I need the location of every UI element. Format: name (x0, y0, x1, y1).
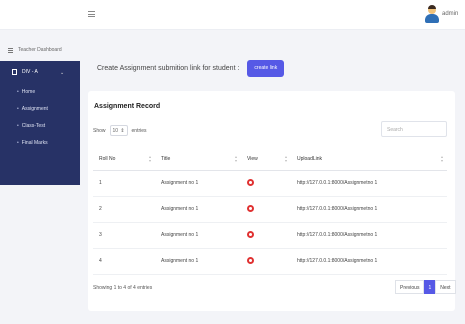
cell-view (241, 248, 291, 275)
cell-roll-no: 3 (93, 222, 155, 249)
pagination: Previous 1 Next (395, 280, 456, 294)
dashboard-icon (8, 47, 13, 53)
chevron-down-icon: ⌄ (60, 70, 65, 76)
sidebar-item-final-marks[interactable]: Final Marks (17, 140, 48, 146)
cell-title: Assignment no 1 (155, 248, 241, 275)
column-header-title[interactable]: Title ▴ ▾ (155, 149, 241, 171)
sort-icon: ▴ ▾ (440, 154, 443, 163)
sidebar-division-label: DIV - A (22, 69, 38, 75)
cell-upload-link[interactable]: http://127.0.0.1:8000/Assignmetno 1 (291, 170, 447, 197)
sidebar-division-toggle[interactable]: DIV - A ⌄ (12, 69, 64, 76)
showing-entries-text: Showing 1 to 4 of 4 entries (93, 285, 153, 291)
card-title: Assignment Record (94, 103, 161, 110)
cell-title: Assignment no 1 (155, 222, 241, 249)
sort-icon: ▴ ▾ (284, 154, 287, 163)
create-link-button[interactable]: create link (247, 60, 285, 77)
cell-roll-no: 2 (93, 196, 155, 223)
table-row: 2 Assignment no 1 http://127.0.0.1:8000/… (93, 196, 447, 223)
entries-select[interactable]: 10 ⇕ (109, 125, 128, 136)
division-icon (12, 69, 17, 75)
create-link-label: Create Assignment submition link for stu… (97, 65, 240, 72)
pagination-page-button[interactable]: 1 (424, 280, 436, 294)
cell-upload-link[interactable]: http://127.0.0.1:8000/Assignmetno 1 (291, 222, 447, 249)
top-bar: admin (0, 0, 465, 30)
menu-icon[interactable] (88, 11, 95, 17)
sidebar-item-class-test[interactable]: Class-Test (17, 123, 45, 129)
pagination-previous-button[interactable]: Previous (395, 280, 425, 294)
view-icon[interactable] (247, 204, 254, 212)
table-row: 4 Assignment no 1 http://127.0.0.1:8000/… (93, 248, 447, 275)
create-link-row: Create Assignment submition link for stu… (97, 60, 285, 77)
cell-view (241, 196, 291, 223)
cell-upload-link[interactable]: http://127.0.0.1:8000/Assignmetno 1 (291, 196, 447, 223)
entries-value: 10 (112, 127, 119, 134)
username[interactable]: admin (442, 11, 458, 17)
cell-title: Assignment no 1 (155, 196, 241, 223)
show-entries: Show 10 ⇕ entries (93, 125, 147, 136)
table-row: 1 Assignment no 1 http://127.0.0.1:8000/… (93, 170, 447, 197)
sidebar-dashboard-label: Teacher Dashboard (18, 47, 62, 53)
sidebar: Teacher Dashboard DIV - A ⌄ Home Assignm… (0, 30, 80, 324)
column-header-view[interactable]: View ▴ ▾ (241, 149, 291, 171)
sort-icon: ▴ ▾ (234, 154, 237, 163)
view-icon[interactable] (247, 178, 254, 186)
assignment-record-card: Assignment Record Show 10 ⇕ entries Sear… (88, 91, 456, 311)
avatar-hair (428, 5, 436, 9)
search-input[interactable]: Search (381, 121, 447, 137)
cell-roll-no: 4 (93, 248, 155, 275)
assignment-table: Roll No ▴ ▾ Title ▴ ▾ View ▴ ▾ UploadLink ▴… (93, 149, 447, 275)
avatar[interactable] (424, 5, 440, 23)
sidebar-item-home[interactable]: Home (17, 89, 35, 95)
table-row: 3 Assignment no 1 http://127.0.0.1:8000/… (93, 222, 447, 249)
sidebar-division-panel: DIV - A ⌄ Home Assignment Class-Test Fin… (0, 61, 80, 185)
avatar-body (425, 14, 439, 23)
column-header-upload-link[interactable]: UploadLink ▴ ▾ (291, 149, 447, 171)
pagination-next-button[interactable]: Next (435, 280, 456, 294)
show-label: Show (93, 127, 106, 134)
cell-upload-link[interactable]: http://127.0.0.1:8000/Assignmetno 1 (291, 248, 447, 275)
table-header-row: Roll No ▴ ▾ Title ▴ ▾ View ▴ ▾ UploadLink ▴… (93, 149, 447, 171)
cell-roll-no: 1 (93, 170, 155, 197)
sidebar-item-assignment[interactable]: Assignment (17, 106, 48, 112)
view-icon[interactable] (247, 256, 254, 264)
sort-icon: ▴ ▾ (148, 154, 151, 163)
view-icon[interactable] (247, 230, 254, 238)
cell-title: Assignment no 1 (155, 170, 241, 197)
column-header-roll-no[interactable]: Roll No ▴ ▾ (93, 149, 155, 171)
entries-label: entries (131, 127, 147, 134)
cell-view (241, 222, 291, 249)
cell-view (241, 170, 291, 197)
sidebar-dashboard-link[interactable]: Teacher Dashboard (8, 47, 62, 53)
select-arrows-icon: ⇕ (120, 127, 125, 134)
